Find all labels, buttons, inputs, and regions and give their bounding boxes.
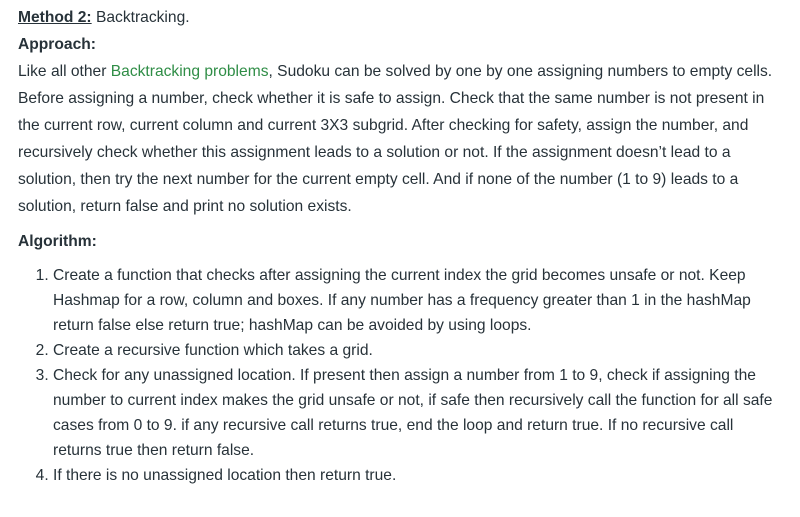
algorithm-heading: Algorithm: [18, 233, 97, 250]
method-name: Backtracking. [91, 9, 190, 26]
backtracking-problems-link[interactable]: Backtracking problems [111, 63, 269, 80]
method-label: Method 2: [18, 9, 92, 26]
approach-heading: Approach: [18, 36, 96, 53]
article-content: Method 2: Backtracking. Approach: Like a… [0, 0, 800, 517]
algorithm-step: If there is no unassigned location then … [53, 463, 786, 488]
approach-text-start: Like all other [18, 63, 111, 80]
approach-text-rest: , Sudoku can be solved by one by one ass… [18, 63, 773, 215]
method-title: Method 2: Backtracking. [18, 4, 786, 31]
approach-paragraph: Like all other Backtracking problems, Su… [18, 58, 786, 220]
algorithm-step: Create a function that checks after assi… [53, 263, 786, 338]
algorithm-step: Create a recursive function which takes … [53, 338, 786, 363]
algorithm-steps-list: Create a function that checks after assi… [18, 263, 786, 488]
algorithm-step: Check for any unassigned location. If pr… [53, 363, 786, 463]
